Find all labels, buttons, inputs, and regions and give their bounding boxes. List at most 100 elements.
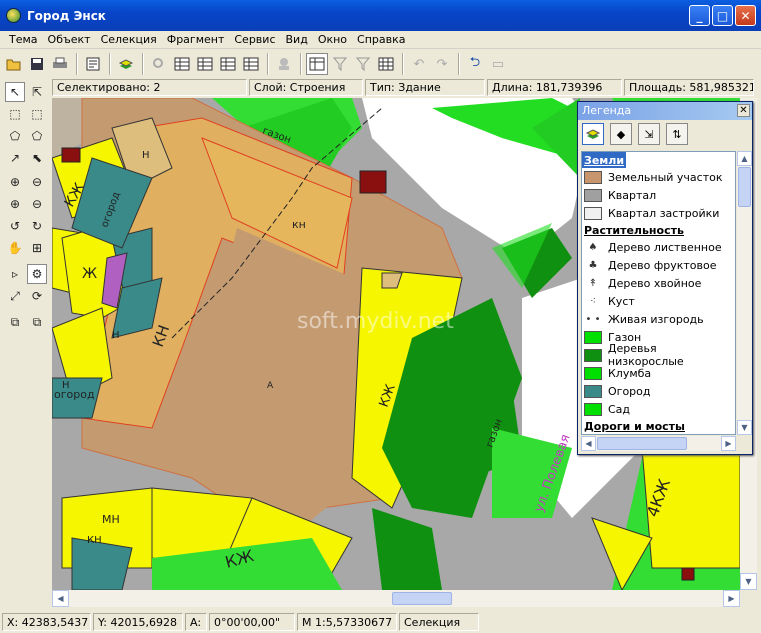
legend-item-label: Огород	[608, 384, 651, 398]
close-button[interactable]: ✕	[735, 5, 756, 26]
forward-icon[interactable]: ▭	[487, 53, 509, 75]
rotate-left-icon[interactable]: ↺	[5, 216, 25, 236]
menu-item-window[interactable]: Окно	[313, 33, 352, 46]
grid-icon[interactable]	[375, 53, 397, 75]
legend-close-icon[interactable]: ✕	[737, 104, 750, 117]
zoom-out-icon[interactable]: ⊖	[27, 172, 47, 192]
table4-icon[interactable]	[240, 53, 262, 75]
legend-horizontal-scrollbar[interactable]: ◀ ▶	[581, 436, 736, 451]
fruit-tree-icon: ♣	[588, 259, 598, 271]
minimize-button[interactable]: _	[689, 5, 710, 26]
select-icon[interactable]	[306, 53, 328, 75]
legend-layers-icon[interactable]	[582, 123, 604, 145]
properties-icon[interactable]	[82, 53, 104, 75]
legend-group-vegetation[interactable]: Растительность	[582, 222, 735, 238]
table-icon[interactable]	[171, 53, 193, 75]
legend-item[interactable]: Земельный участок	[582, 168, 735, 186]
poly-select-icon[interactable]: ⬠	[5, 126, 25, 146]
arrow-select-icon[interactable]: ↖	[5, 82, 25, 102]
menu-item-selection[interactable]: Селекция	[96, 33, 162, 46]
menu-item-service[interactable]: Сервис	[229, 33, 280, 46]
rect-select-icon[interactable]: ⬚	[5, 104, 25, 124]
legend-swatch	[584, 384, 602, 398]
undo-icon[interactable]: ↶	[408, 53, 430, 75]
maximize-button[interactable]: □	[712, 5, 733, 26]
legend-item[interactable]: ♠ Дерево лиственное	[582, 238, 735, 256]
legend-list[interactable]: Земли Земельный участок Квартал Квартал …	[581, 151, 736, 435]
menu-item-object[interactable]: Объект	[43, 33, 96, 46]
zoom-in-icon[interactable]: ⊕	[5, 172, 25, 192]
legend-item[interactable]: Сад	[582, 400, 735, 418]
zoom-rect-out-icon[interactable]: ⊖	[27, 194, 47, 214]
filter2-icon[interactable]	[352, 53, 374, 75]
legend-scroll-down-icon[interactable]: ▼	[737, 420, 752, 435]
menu-item-view[interactable]: Вид	[281, 33, 313, 46]
save-icon[interactable]	[26, 53, 48, 75]
scroll-left-icon[interactable]: ◀	[52, 590, 69, 607]
menu-bar: Тема Объект Селекция Фрагмент Сервис Вид…	[0, 31, 761, 49]
refresh-icon[interactable]: ⟳	[27, 286, 47, 306]
stamp-icon[interactable]	[273, 53, 295, 75]
legend-scroll-up-icon[interactable]: ▲	[737, 151, 752, 166]
point-select-icon[interactable]: ⬉	[27, 148, 47, 168]
legend-item[interactable]: • • Живая изгородь	[582, 310, 735, 328]
legend-symbols-icon[interactable]: ◆	[610, 123, 632, 145]
main-toolbar: ↶ ↷ ⮌ ▭	[0, 50, 761, 78]
filter-icon[interactable]	[329, 53, 351, 75]
legend-item-label: Дерево фруктовое	[608, 258, 717, 272]
menu-item-help[interactable]: Справка	[352, 33, 410, 46]
watermark: soft.mydiv.net	[297, 309, 454, 334]
legend-item[interactable]: Деревья низкорослые	[582, 342, 735, 368]
back-icon[interactable]: ⮌	[464, 53, 486, 75]
app-globe-icon	[6, 8, 21, 23]
add-object2-icon[interactable]: ⧉	[27, 312, 47, 332]
legend-scroll-right-icon[interactable]: ▶	[721, 436, 736, 451]
legend-hscroll-thumb[interactable]	[597, 437, 687, 450]
search-icon[interactable]	[148, 53, 170, 75]
map-label-mn: МН	[102, 513, 120, 526]
scroll-right-icon[interactable]: ▶	[723, 590, 740, 607]
rect-select2-icon[interactable]: ⬚	[27, 104, 47, 124]
legend-scroll-thumb[interactable]	[738, 167, 751, 207]
legend-group-zemli[interactable]: Земли	[582, 152, 627, 168]
legend-item[interactable]: ⁖ Куст	[582, 292, 735, 310]
map-horizontal-scrollbar[interactable]: ◀ ▶	[52, 590, 740, 607]
gear-edit-icon[interactable]: ⚙	[27, 264, 47, 284]
map-label-n2: Н	[112, 330, 120, 341]
scale-value: M 1:5,57330677	[297, 612, 397, 631]
rotate-right-icon[interactable]: ↻	[27, 216, 47, 236]
legend-item[interactable]: Огород	[582, 382, 735, 400]
legend-scroll-left-icon[interactable]: ◀	[581, 436, 596, 451]
zoom-rect-in-icon[interactable]: ⊕	[5, 194, 25, 214]
legend-vertical-scrollbar[interactable]: ▲ ▼	[737, 151, 752, 435]
table2-icon[interactable]	[194, 53, 216, 75]
node-edit-icon[interactable]: ⤢	[5, 286, 25, 306]
arrow-select2-icon[interactable]: ⇱	[27, 82, 47, 102]
menu-item-fragment[interactable]: Фрагмент	[162, 33, 230, 46]
legend-export-icon[interactable]: ⇲	[638, 123, 660, 145]
redo-icon[interactable]: ↷	[431, 53, 453, 75]
angle-value: 0°00'00,00"	[209, 612, 295, 631]
legend-item[interactable]: Квартал	[582, 186, 735, 204]
poly-select2-icon[interactable]: ⬠	[27, 126, 47, 146]
legend-item[interactable]: Квартал застройки	[582, 204, 735, 222]
left-tool-palette: ↖ ⇱ ⬚ ⬚ ⬠ ⬠ ↗ ⬉ ⊕ ⊖ ⊕ ⊖ ↺ ↻ ✋ ⊞ ▹ ⚙ ⤢ ⟳ …	[2, 79, 52, 339]
h-scroll-thumb[interactable]	[392, 592, 452, 605]
layers-icon[interactable]	[115, 53, 137, 75]
pointer-icon[interactable]: ▹	[5, 264, 25, 284]
add-object-icon[interactable]: ⧉	[5, 312, 25, 332]
legend-item[interactable]: ↟ Дерево хвойное	[582, 274, 735, 292]
print-icon[interactable]	[49, 53, 71, 75]
scroll-down-icon[interactable]: ▼	[740, 573, 757, 590]
legend-item[interactable]: ♣ Дерево фруктовое	[582, 256, 735, 274]
pan-hand-icon[interactable]: ✋	[5, 238, 25, 258]
measure-icon[interactable]: ⊞	[27, 238, 47, 258]
menu-item-tema[interactable]: Тема	[4, 33, 43, 46]
legend-title-bar: Легенда ✕	[578, 102, 752, 120]
open-icon[interactable]	[3, 53, 25, 75]
table3-icon[interactable]	[217, 53, 239, 75]
legend-group-roads[interactable]: Дороги и мосты	[582, 418, 735, 434]
legend-settings-icon[interactable]: ⇅	[666, 123, 688, 145]
line-select-icon[interactable]: ↗	[5, 148, 25, 168]
title-bar: Город Энск _ □ ✕	[0, 0, 761, 31]
